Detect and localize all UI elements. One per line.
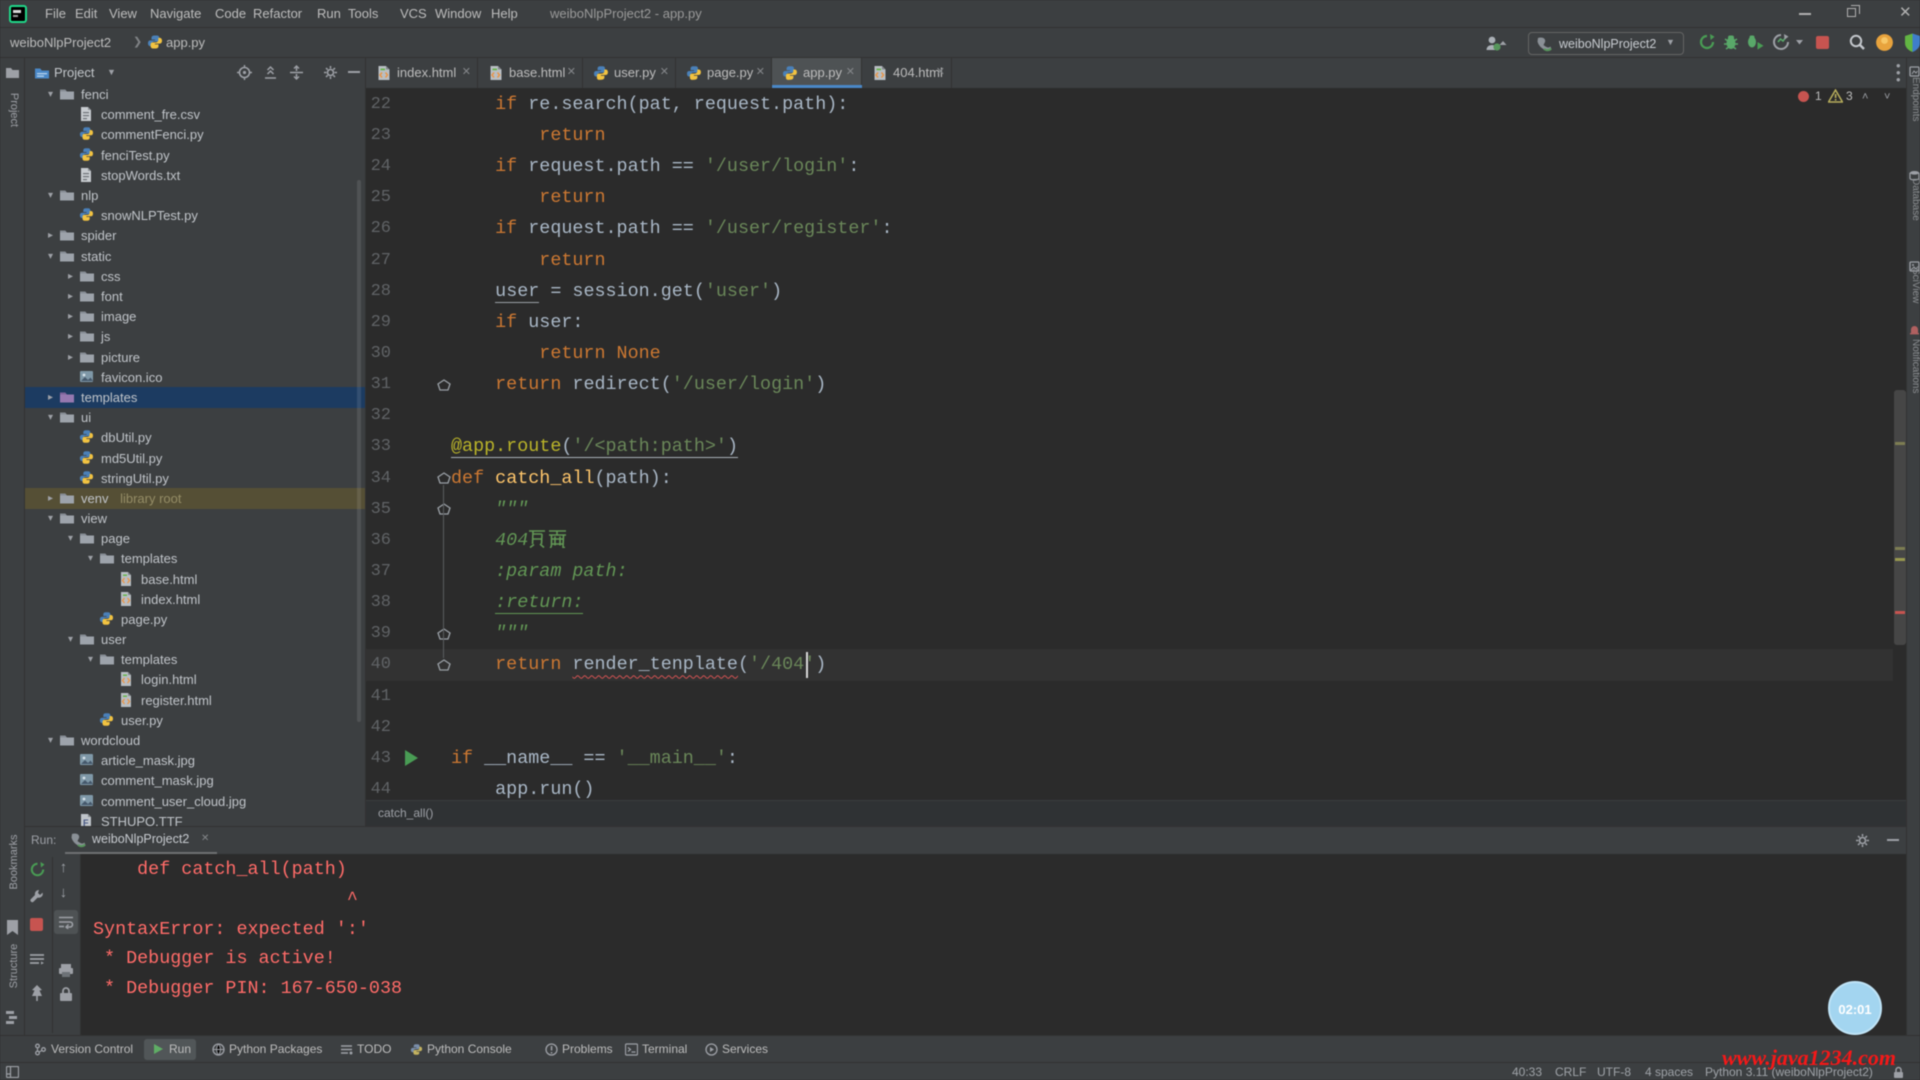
svg-text:F: F: [83, 818, 89, 826]
